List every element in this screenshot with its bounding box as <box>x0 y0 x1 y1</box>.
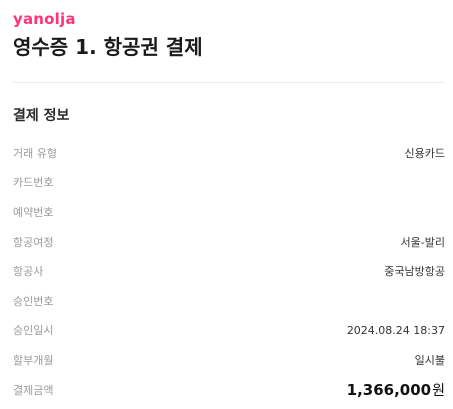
approval-datetime-value: 2024.08.24 18:37 <box>346 324 445 338</box>
row-label: 승인일시 <box>13 324 54 338</box>
row-label: 카드번호 <box>13 176 54 190</box>
header-divider <box>13 82 445 83</box>
payment-amount-value: 1,366,000원 <box>347 382 445 399</box>
row-transaction-type: 거래 유형 신용카드 <box>13 139 445 169</box>
payment-info-list: 거래 유형 신용카드 카드번호 예약번호 항공여정 서울-발리 항공사 중국남방… <box>13 139 445 405</box>
row-approval-datetime: 승인일시 2024.08.24 18:37 <box>13 317 445 347</box>
row-reservation-number: 예약번호 <box>13 198 445 228</box>
row-label: 항공사 <box>13 265 44 279</box>
row-label: 항공여정 <box>13 235 54 249</box>
transaction-type-value: 신용카드 <box>404 146 445 160</box>
row-card-number: 카드번호 <box>13 169 445 199</box>
installment-value: 일시불 <box>414 353 445 367</box>
row-label: 승인번호 <box>13 294 54 308</box>
row-label: 거래 유형 <box>13 146 57 160</box>
row-installment: 할부개월 일시불 <box>13 346 445 376</box>
row-label: 결제금액 <box>13 383 54 397</box>
row-approval-number: 승인번호 <box>13 287 445 317</box>
yanolja-logo: yanolja <box>13 10 76 28</box>
section-title-payment-info: 결제 정보 <box>13 108 70 124</box>
payment-amount-number: 1,366,000 <box>346 381 432 400</box>
row-label: 예약번호 <box>13 205 54 219</box>
page-title: 영수증 1. 항공권 결제 <box>13 35 203 59</box>
row-itinerary: 항공여정 서울-발리 <box>13 228 445 258</box>
itinerary-value: 서울-발리 <box>400 235 445 249</box>
row-label: 할부개월 <box>13 353 54 367</box>
airline-value: 중국남방항공 <box>384 265 445 279</box>
row-payment-amount: 결제금액 1,366,000원 <box>13 376 445 406</box>
row-airline: 항공사 중국남방항공 <box>13 257 445 287</box>
currency-unit: 원 <box>432 383 445 400</box>
